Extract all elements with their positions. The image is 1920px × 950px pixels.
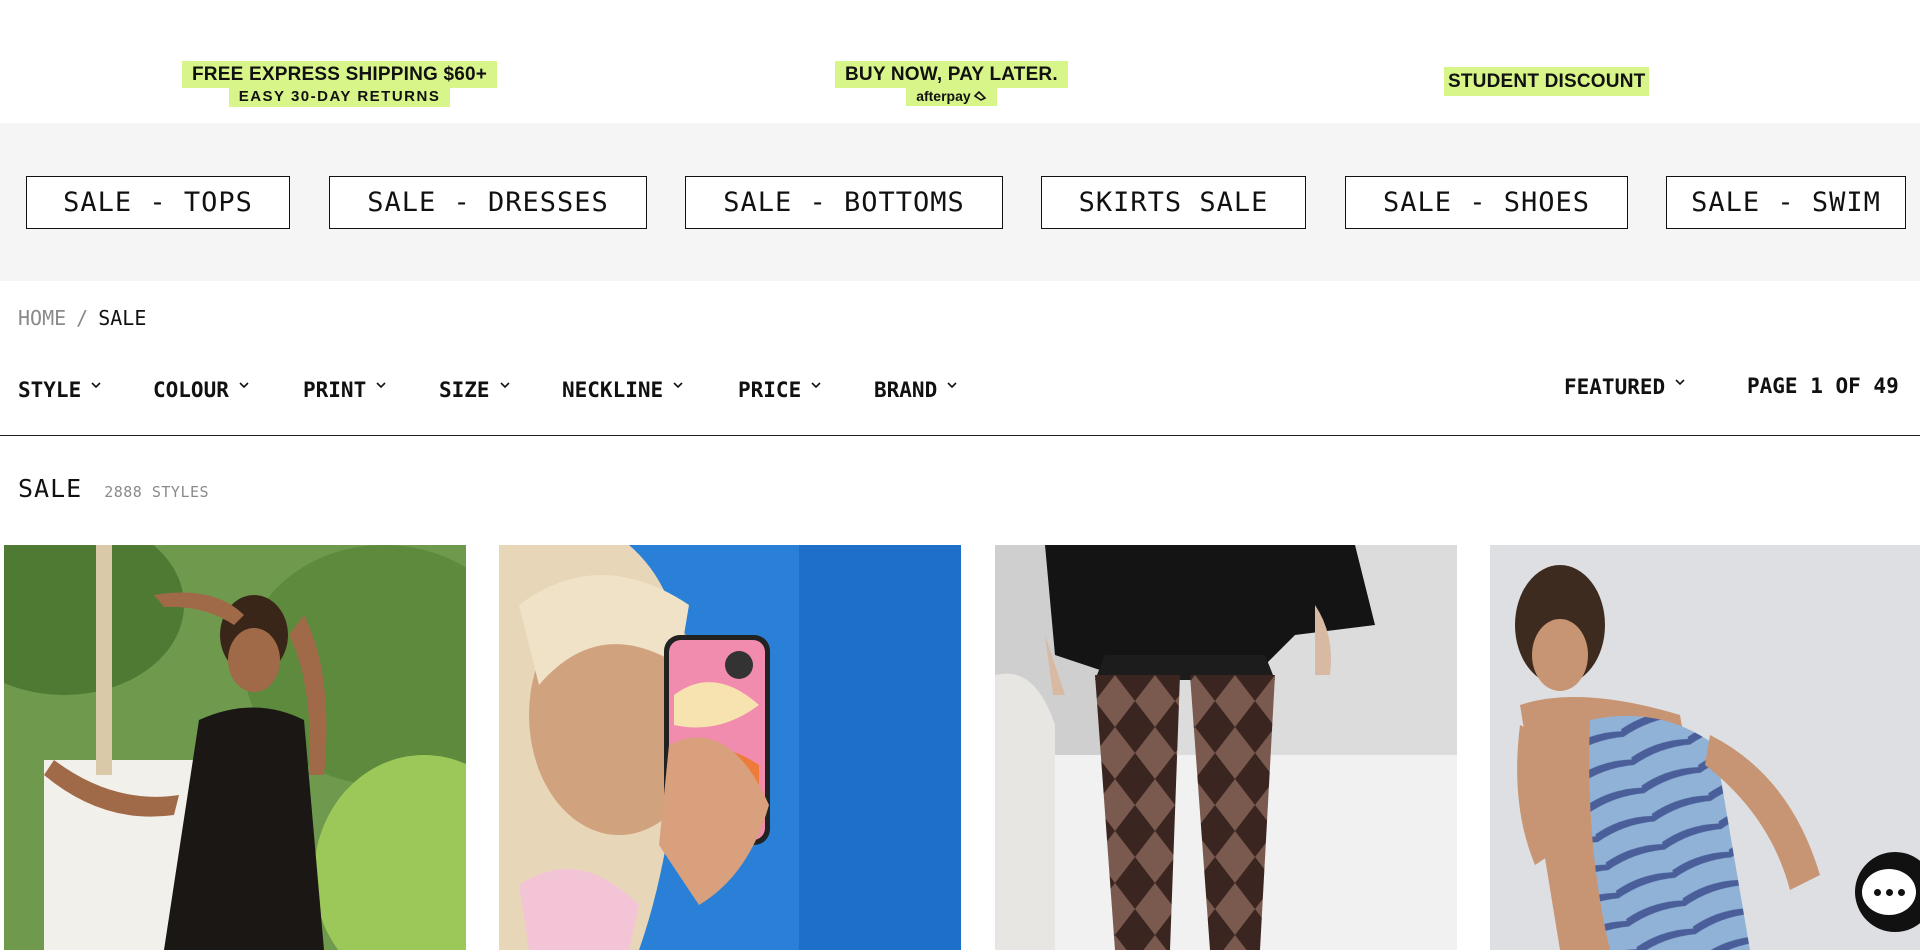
- bnpl-promo-line1: BUY NOW, PAY LATER.: [835, 61, 1068, 88]
- filter-print[interactable]: PRINT: [303, 378, 386, 402]
- category-sale-shoes[interactable]: SALE - SHOES: [1345, 176, 1628, 229]
- breadcrumb-separator: /: [76, 306, 89, 330]
- filter-neckline[interactable]: NECKLINE: [562, 378, 683, 402]
- filter-brand[interactable]: BRAND: [874, 378, 957, 402]
- chevron-down-icon: [239, 381, 249, 391]
- afterpay-logo-text: afterpay: [916, 88, 971, 104]
- filter-style[interactable]: STYLE: [18, 378, 101, 402]
- page-count-label: PAGE 1 OF 49: [1747, 374, 1899, 398]
- product-image: [995, 545, 1457, 950]
- category-sale-bottoms[interactable]: SALE - BOTTOMS: [685, 176, 1003, 229]
- product-image: [499, 545, 961, 950]
- shipping-promo-line1: FREE EXPRESS SHIPPING $60+: [182, 61, 498, 88]
- shipping-promo-line2: EASY 30-DAY RETURNS: [228, 88, 451, 107]
- free-shipping-promo[interactable]: FREE EXPRESS SHIPPING $60+ EASY 30-DAY R…: [182, 61, 498, 107]
- product-card-2[interactable]: [499, 545, 961, 950]
- chat-dot: [1897, 888, 1905, 896]
- filter-colour[interactable]: COLOUR: [153, 378, 249, 402]
- chevron-down-icon: [673, 381, 683, 391]
- chevron-down-icon: [500, 381, 510, 391]
- category-carousel: SALE - TOPS SALE - DRESSES SALE - BOTTOM…: [0, 123, 1920, 281]
- filter-price[interactable]: PRICE: [738, 378, 821, 402]
- chevron-down-icon: [91, 381, 101, 391]
- student-discount-promo[interactable]: STUDENT DISCOUNT: [1444, 67, 1650, 96]
- category-sale-tops[interactable]: SALE - TOPS: [26, 176, 290, 229]
- product-card-3[interactable]: [995, 545, 1457, 950]
- product-image: [4, 545, 466, 950]
- filter-label: SIZE: [439, 378, 490, 402]
- filter-label: BRAND: [874, 378, 938, 402]
- chat-dot: [1885, 888, 1893, 896]
- sort-dropdown[interactable]: FEATURED: [1564, 375, 1685, 399]
- breadcrumb-current: SALE: [98, 306, 147, 330]
- sort-label: FEATURED: [1564, 375, 1666, 399]
- filter-label: STYLE: [18, 378, 82, 402]
- chevron-down-icon: [376, 381, 386, 391]
- filter-label: COLOUR: [153, 378, 229, 402]
- breadcrumb: HOME / SALE: [18, 306, 146, 330]
- category-sale-dresses[interactable]: SALE - DRESSES: [329, 176, 647, 229]
- promo-banner: FREE EXPRESS SHIPPING $60+ EASY 30-DAY R…: [0, 0, 1920, 123]
- filter-size[interactable]: SIZE: [439, 378, 510, 402]
- filter-label: NECKLINE: [562, 378, 664, 402]
- chevron-down-icon: [947, 381, 957, 391]
- chevron-down-icon: [811, 381, 821, 391]
- afterpay-logo: afterpay: [906, 88, 997, 106]
- student-discount-label: STUDENT DISCOUNT: [1444, 67, 1650, 96]
- breadcrumb-home[interactable]: HOME: [18, 306, 66, 330]
- chat-dot: [1873, 888, 1881, 896]
- chevron-down-icon: [1675, 378, 1685, 388]
- page-title: SALE: [18, 474, 83, 503]
- category-skirts-sale[interactable]: SKIRTS SALE: [1041, 176, 1306, 229]
- listing-header: SALE 2888 STYLES: [18, 474, 209, 503]
- filter-label: PRICE: [738, 378, 802, 402]
- pagination-indicator: PAGE 1 OF 49: [1747, 374, 1899, 398]
- style-count: 2888 STYLES: [104, 483, 210, 501]
- afterpay-icon: [973, 90, 987, 101]
- bnpl-promo[interactable]: BUY NOW, PAY LATER. afterpay: [835, 61, 1068, 106]
- filter-bar: STYLE COLOUR PRINT SIZE NECKLINE PRICE B…: [0, 372, 1920, 436]
- filter-label: PRINT: [303, 378, 367, 402]
- category-sale-swim[interactable]: SALE - SWIM: [1666, 176, 1906, 229]
- product-card-1[interactable]: [4, 545, 466, 950]
- chat-bubble-icon: [1862, 869, 1916, 915]
